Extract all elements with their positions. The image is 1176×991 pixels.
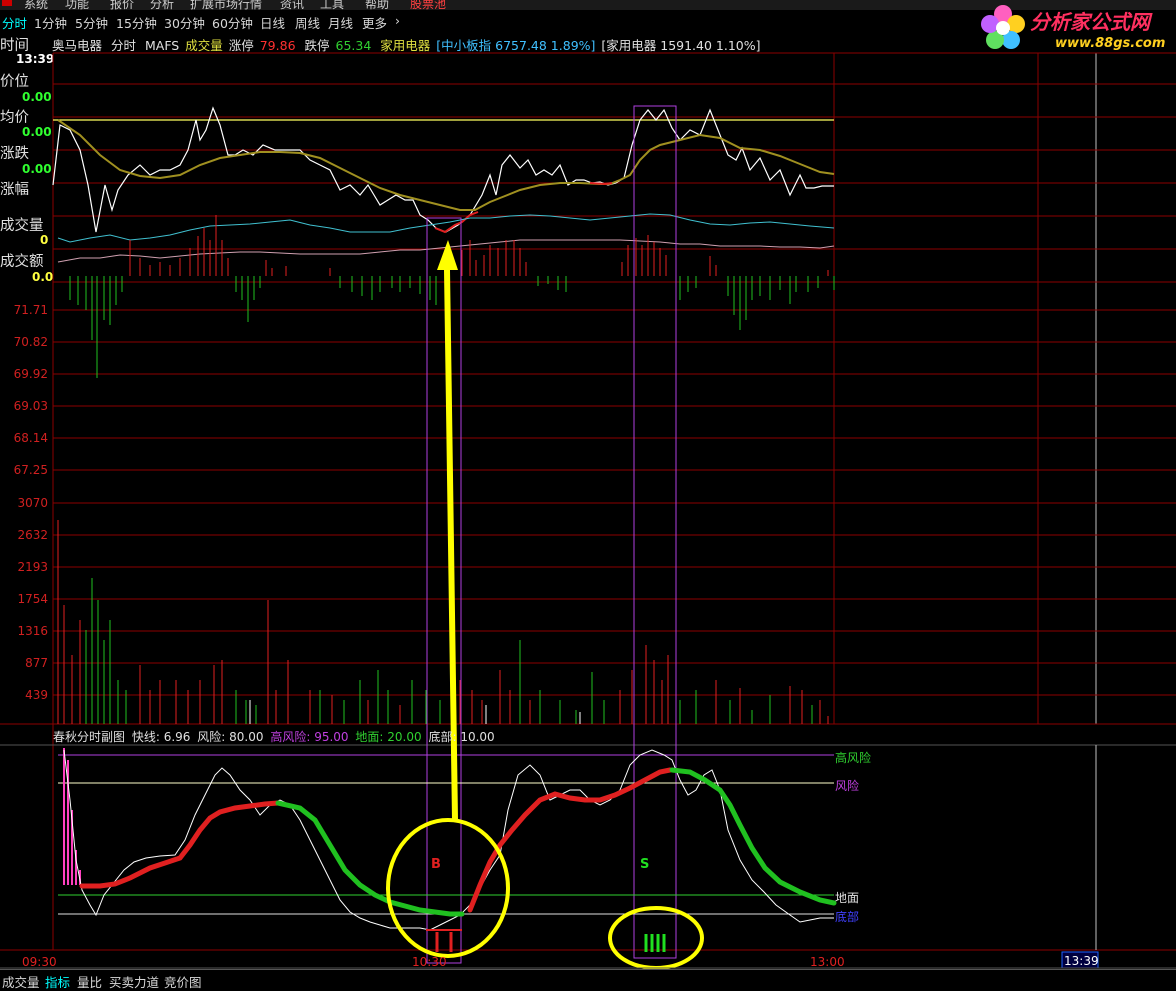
sell-mark: S bbox=[640, 857, 650, 872]
ground-label: 地面: bbox=[355, 730, 384, 744]
buy-bars bbox=[435, 932, 453, 952]
tab-auction[interactable]: 竞价图 bbox=[164, 972, 202, 991]
slow-line-red bbox=[79, 800, 281, 889]
intraday-chart[interactable] bbox=[0, 0, 1176, 988]
fast-line bbox=[63, 749, 834, 931]
risk-value: 80.00 bbox=[229, 730, 264, 744]
bottom-value: 10.00 bbox=[460, 730, 495, 744]
tab-indicator[interactable]: 指标 bbox=[45, 972, 70, 991]
avg-line bbox=[57, 119, 835, 211]
indicator-info: 春秋分时副图 快线: 6.96 风险: 80.00 高风险: 95.00 地面:… bbox=[53, 728, 498, 745]
ground-value: 20.00 bbox=[387, 730, 422, 744]
risk-tag: 风险 bbox=[835, 779, 860, 793]
price-line bbox=[52, 106, 834, 233]
avg-line-red-segment bbox=[589, 182, 613, 186]
sell-signal-box bbox=[633, 105, 677, 959]
buy-mark: B bbox=[431, 857, 441, 872]
time-tick: 09:30 bbox=[22, 955, 57, 969]
high-risk-label: 高风险: bbox=[270, 730, 311, 744]
buy-signal-box bbox=[426, 217, 462, 964]
buy-highlight-circle bbox=[386, 818, 510, 958]
fast-label: 快线: bbox=[131, 730, 160, 744]
sell-bars bbox=[644, 934, 666, 952]
high-risk-value: 95.00 bbox=[314, 730, 349, 744]
cursor-time: 13:39 bbox=[1064, 954, 1099, 968]
time-tick: 10:30 bbox=[412, 955, 447, 969]
avg-line-red-segment bbox=[434, 211, 479, 234]
slow-line-red bbox=[467, 767, 673, 913]
risk-label: 风险: bbox=[197, 730, 226, 744]
high-risk-tag: 高风险 bbox=[835, 751, 872, 765]
chart-grid bbox=[0, 52, 1176, 951]
indicator-title: 春秋分时副图 bbox=[53, 730, 126, 744]
bottom-label: 底部: bbox=[428, 730, 457, 744]
bottom-tabs: 成交量 指标 量比 买卖力道 竞价图 bbox=[0, 969, 1176, 991]
tab-volume[interactable]: 成交量 bbox=[2, 972, 40, 991]
sell-highlight-circle bbox=[608, 906, 704, 970]
volume-red-bars bbox=[57, 520, 829, 724]
tab-buy-sell-power[interactable]: 买卖力道 bbox=[109, 972, 159, 991]
upper-green-bars bbox=[69, 276, 835, 378]
time-tick: 13:00 bbox=[810, 955, 845, 969]
tab-volume-ratio[interactable]: 量比 bbox=[77, 972, 102, 991]
bottom-tag: 底部 bbox=[835, 910, 860, 924]
fast-value: 6.96 bbox=[163, 730, 191, 744]
ground-tag: 地面 bbox=[835, 891, 860, 905]
